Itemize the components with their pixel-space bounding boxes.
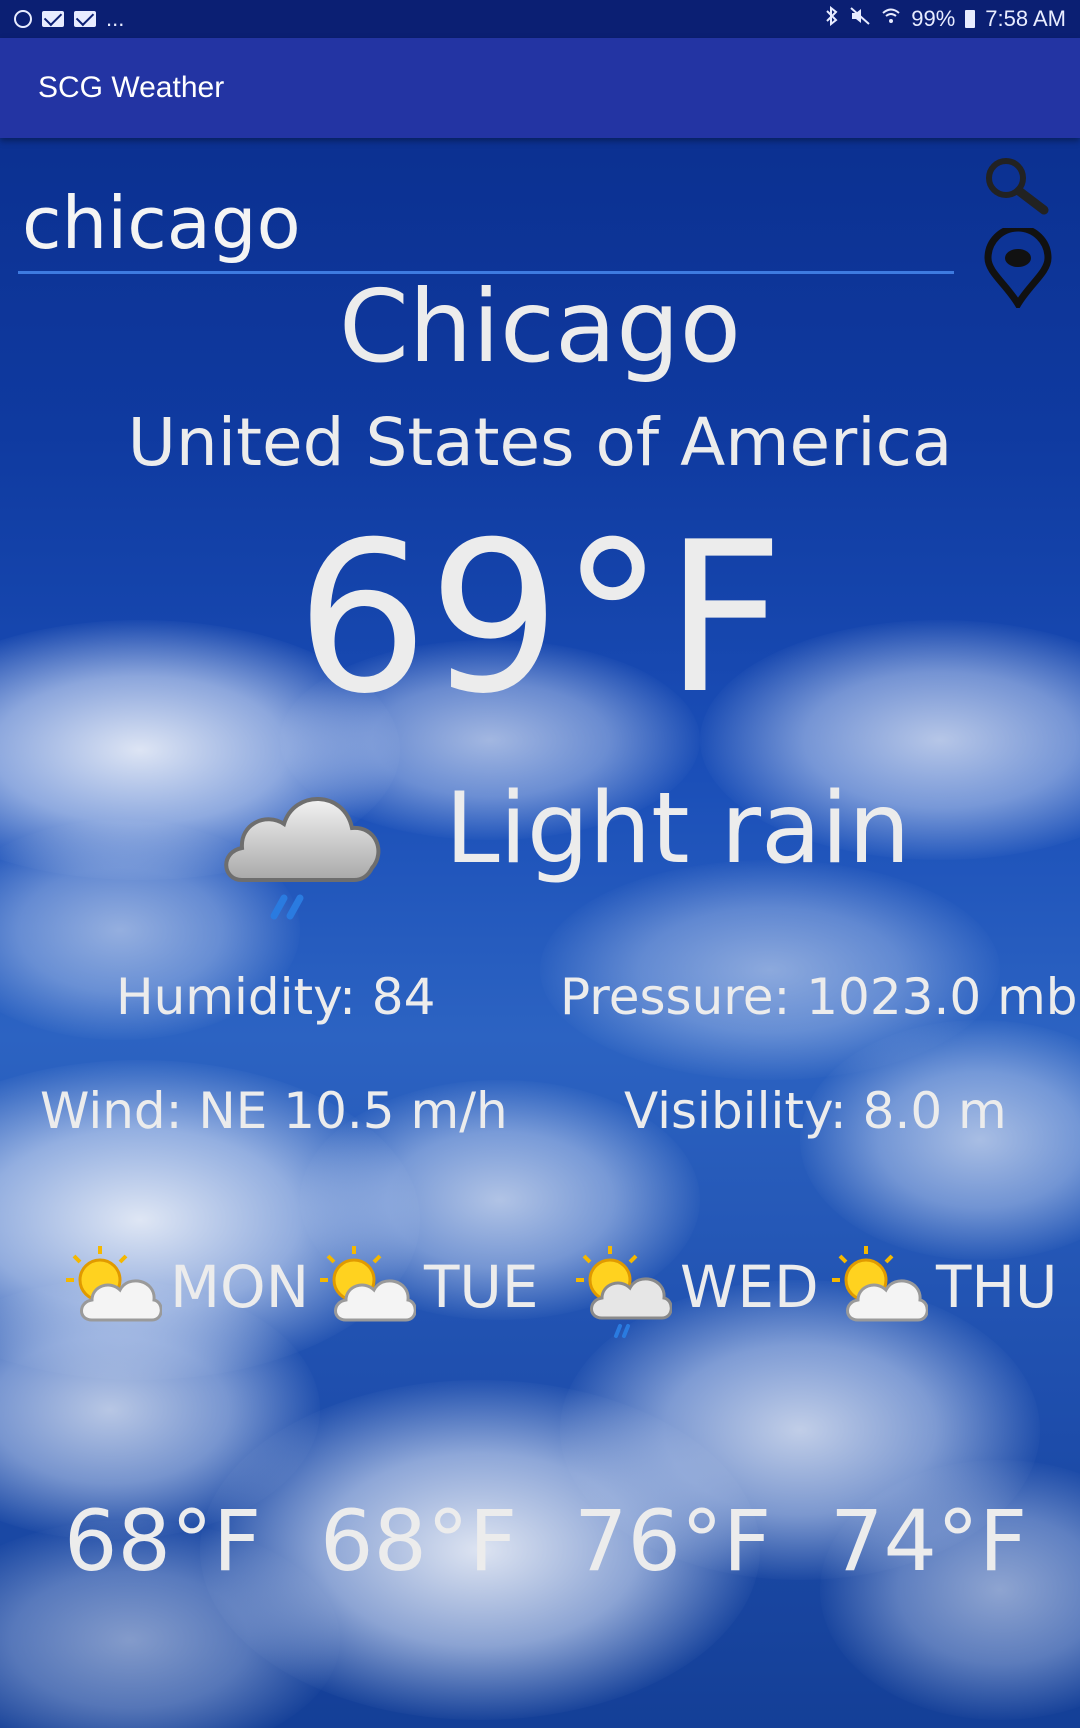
battery-percent: 99% [911, 6, 956, 31]
battery-icon [965, 10, 976, 28]
notification-overflow: ... [106, 6, 125, 31]
search-icon [986, 158, 1049, 215]
bluetooth-icon [825, 5, 839, 32]
rain-cloud-icon [214, 768, 394, 928]
forecast-day-thu: THU [936, 1253, 1058, 1321]
mute-icon [849, 6, 871, 32]
country-name: United States of America [127, 404, 953, 481]
forecast-day-tue: TUE [424, 1253, 539, 1321]
visibility-text: Visibility: 8.0 m [624, 1082, 1007, 1140]
wifi-icon [881, 6, 901, 32]
humidity-text: Humidity: 84 [116, 968, 436, 1026]
forecast-day-wed: WED [680, 1253, 819, 1321]
forecast-temp-thu: 74°F [830, 1492, 1028, 1590]
clock: 7:58 AM [985, 6, 1066, 31]
current-temperature: 69°F [295, 498, 785, 740]
partly-cloudy-rain-icon [576, 1244, 673, 1340]
city-name: Chicago [339, 268, 741, 385]
pressure-text: Pressure: 1023.0 mb [560, 968, 1078, 1026]
partly-cloudy-icon [66, 1244, 163, 1340]
search-button[interactable] [976, 150, 1056, 230]
alarm-icon [14, 10, 32, 28]
condition-text: Light rain [445, 772, 911, 886]
status-bar: ... 99% 7:58 AM [0, 0, 1080, 38]
wind-text: Wind: NE 10.5 m/h [40, 1082, 508, 1140]
partly-cloudy-icon [320, 1244, 417, 1340]
app-bar: SCG Weather [0, 38, 1080, 138]
status-left: ... [14, 6, 124, 32]
status-right: 99% 7:58 AM [825, 5, 1066, 32]
search-row [18, 160, 954, 278]
mail-icon [74, 11, 96, 27]
forecast-temp-mon: 68°F [64, 1492, 262, 1590]
forecast-temp-tue: 68°F [320, 1492, 518, 1590]
app-title: SCG Weather [38, 71, 225, 104]
forecast-temp-wed: 76°F [574, 1492, 772, 1590]
forecast-day-mon: MON [170, 1253, 310, 1321]
partly-cloudy-icon [832, 1244, 929, 1340]
mail-icon [42, 11, 64, 27]
search-input[interactable] [18, 174, 954, 274]
